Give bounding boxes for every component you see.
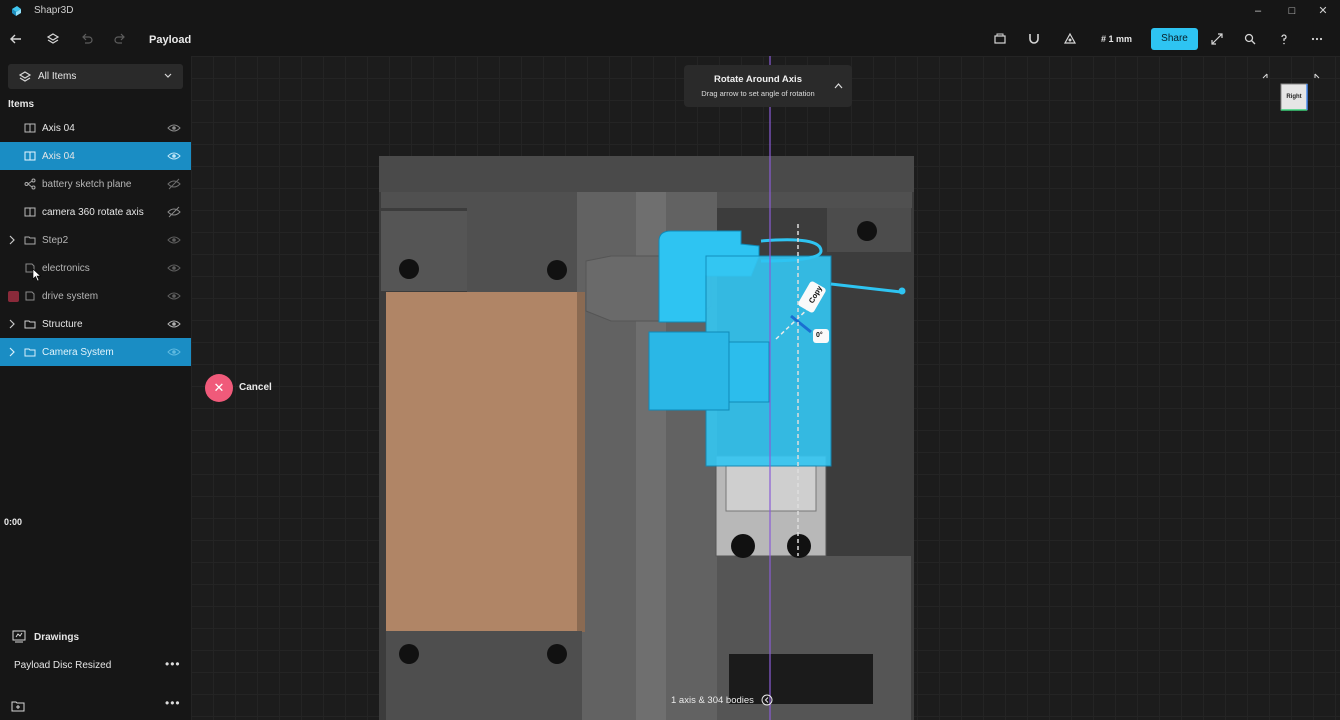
axis-icon xyxy=(24,151,36,161)
eye-icon[interactable] xyxy=(167,234,181,246)
more-options-icon[interactable] xyxy=(1308,30,1326,48)
item-label: Structure xyxy=(42,319,83,330)
visualization-icon[interactable] xyxy=(1061,30,1079,48)
eye-icon[interactable] xyxy=(167,290,181,302)
drawing-item[interactable]: Payload Disc Resized xyxy=(14,660,111,671)
sidebar-more-icon[interactable]: ••• xyxy=(165,696,181,710)
drawings-header: Drawings xyxy=(34,632,80,643)
list-item-structure[interactable]: Structure xyxy=(0,310,191,338)
share-button[interactable]: Share xyxy=(1151,28,1198,50)
eye-icon[interactable] xyxy=(167,346,181,358)
cad-model-render[interactable] xyxy=(191,56,1340,720)
folder-icon xyxy=(24,348,36,357)
timecode-overlay: 0:00 xyxy=(4,517,23,527)
chevron-down-icon xyxy=(164,73,172,78)
layers-icon[interactable] xyxy=(44,30,62,48)
angle-value-label[interactable]: 0° xyxy=(816,332,823,339)
3d-viewport[interactable]: Copy 0° Rotate Around Axis Drag arrow to… xyxy=(191,56,1340,720)
color-swatch[interactable] xyxy=(8,291,19,302)
hint-text: Drag arrow to set angle of rotation xyxy=(701,89,815,98)
measure-icon[interactable] xyxy=(991,30,1009,48)
back-arrow-icon[interactable] xyxy=(7,30,25,48)
list-item-axis-04[interactable]: Axis 04 xyxy=(0,114,191,142)
snap-magnet-icon[interactable] xyxy=(1025,30,1043,48)
eye-icon[interactable] xyxy=(167,318,181,330)
folder-icon xyxy=(24,236,36,245)
drawings-icon xyxy=(12,630,26,643)
chevron-right-icon[interactable] xyxy=(7,318,17,330)
mouse-cursor-icon xyxy=(32,268,42,282)
cancel-label: Cancel xyxy=(239,382,272,393)
eye-off-icon[interactable] xyxy=(167,206,181,218)
item-label: Axis 04 xyxy=(42,123,75,134)
selection-status-text: 1 axis & 304 bodies xyxy=(671,695,754,706)
list-item-camera-system[interactable]: Camera System xyxy=(0,338,191,366)
item-label: Step2 xyxy=(42,235,69,246)
item-label: electronics xyxy=(42,263,90,274)
list-item-axis-04-selected[interactable]: Axis 04 xyxy=(0,142,191,170)
chevron-right-icon[interactable] xyxy=(7,346,17,358)
redo-icon[interactable] xyxy=(111,30,129,48)
folder-icon xyxy=(24,320,36,329)
eye-icon[interactable] xyxy=(167,150,181,162)
help-icon[interactable] xyxy=(1275,30,1293,48)
chevron-up-icon[interactable] xyxy=(834,83,843,89)
items-header: Items xyxy=(8,99,35,110)
list-item-step2[interactable]: Step2 xyxy=(0,226,191,254)
item-label: drive system xyxy=(42,291,99,302)
tool-hint-panel: Rotate Around Axis Drag arrow to set ang… xyxy=(684,65,852,107)
list-item-drive-system[interactable]: drive system xyxy=(0,282,191,310)
items-sidebar: All Items Items Axis 04 Axis 04 battery … xyxy=(0,56,191,720)
list-item-battery-sketch-plane[interactable]: battery sketch plane xyxy=(0,170,191,198)
new-folder-icon[interactable] xyxy=(11,699,25,712)
minimize-button[interactable]: – xyxy=(1250,3,1266,19)
drawing-more-icon[interactable]: ••• xyxy=(165,657,181,671)
selection-status[interactable]: 1 axis & 304 bodies xyxy=(671,694,773,706)
item-label: Axis 04 xyxy=(42,151,75,162)
title-bar: Shapr3D – □ ✕ xyxy=(0,0,1340,22)
document-title[interactable]: Payload xyxy=(149,34,191,46)
search-icon[interactable] xyxy=(1241,30,1259,48)
item-label: battery sketch plane xyxy=(42,179,132,190)
app-title: Shapr3D xyxy=(34,5,74,16)
shapr3d-logo-icon xyxy=(12,6,21,16)
eye-off-icon[interactable] xyxy=(167,178,181,190)
chevron-right-icon[interactable] xyxy=(7,234,17,246)
fullscreen-icon[interactable] xyxy=(1208,30,1226,48)
hint-title: Rotate Around Axis xyxy=(714,74,802,85)
list-item-electronics[interactable]: 0:00 electronics xyxy=(0,254,191,527)
top-toolbar: Payload # 1 mm Share xyxy=(0,22,1340,56)
close-window-button[interactable]: ✕ xyxy=(1315,3,1331,19)
chevron-left-circle-icon[interactable] xyxy=(761,694,773,706)
view-cube[interactable]: Right xyxy=(1261,72,1321,118)
item-label: Camera System xyxy=(42,347,114,358)
list-item-camera-360-rotate-axis[interactable]: camera 360 rotate axis xyxy=(0,198,191,226)
eye-icon[interactable] xyxy=(167,262,181,274)
layers-icon xyxy=(18,71,32,82)
view-cube-face-label: Right xyxy=(1286,94,1302,100)
filter-label: All Items xyxy=(38,71,77,82)
item-label: camera 360 rotate axis xyxy=(42,207,144,218)
undo-icon[interactable] xyxy=(78,30,96,48)
units-indicator[interactable]: # 1 mm xyxy=(1101,34,1132,44)
close-icon: ✕ xyxy=(205,374,233,402)
items-filter-dropdown[interactable]: All Items xyxy=(8,64,183,89)
axis-icon xyxy=(24,123,36,133)
eye-icon[interactable] xyxy=(167,122,181,134)
folder-icon xyxy=(25,291,35,301)
maximize-button[interactable]: □ xyxy=(1284,3,1300,19)
axis-icon xyxy=(24,207,36,217)
sketch-icon xyxy=(24,178,36,190)
